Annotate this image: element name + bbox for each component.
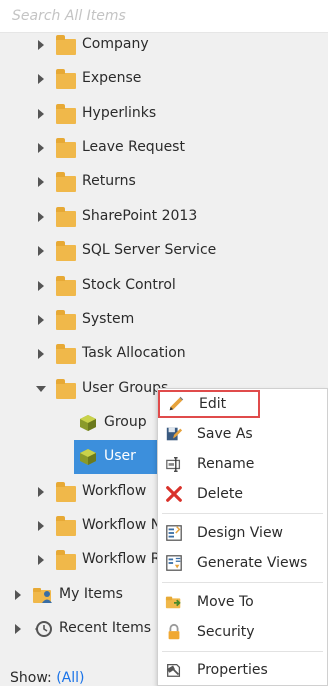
expand-arrow-icon[interactable] [38,315,44,325]
menu-separator [162,513,323,514]
tree-folder-label: Workflow [82,483,147,499]
tree-folder-system[interactable]: System [0,303,328,337]
folder-icon [56,172,76,192]
folder-icon [56,35,76,55]
folder-icon [56,241,76,261]
menu-item-label: Design View [197,525,284,541]
folder-icon [56,550,76,570]
folder-icon [56,207,76,227]
folder-icon [56,310,76,330]
menu-item-label: Security [197,624,255,640]
tree-folder-label: System [82,311,135,327]
tree-folder-label: Workflow R [82,551,161,567]
tree-item-label: My Items [59,586,123,602]
menu-item-security[interactable]: Security [158,618,327,646]
menu-item-label: Move To [197,594,254,610]
tree-folder-leave-request[interactable]: Leave Request [0,131,328,165]
rename-icon [164,454,184,474]
tree-folder-label: SQL Server Service [82,242,217,258]
expand-arrow-icon[interactable] [38,555,44,565]
tree-folder-label: SharePoint 2013 [82,208,198,224]
tree-folder-expense[interactable]: Expense [0,62,328,96]
context-menu: Edit Save As Rename Delete Design View G… [157,388,328,686]
menu-item-properties[interactable]: Properties [158,656,327,684]
folder-icon [56,379,76,399]
tree-folder-label: Leave Request [82,139,185,155]
tree-folder-label: Company [82,36,149,52]
my-items-folder-user-icon [32,586,54,604]
menu-item-label: Save As [197,426,253,442]
tree-folder-sql-server-service[interactable]: SQL Server Service [0,234,328,268]
tree-folder-returns[interactable]: Returns [0,165,328,199]
expand-arrow-icon[interactable] [38,109,44,119]
show-filter: Show: (All) [10,670,84,686]
folder-icon [56,344,76,364]
expand-arrow-icon[interactable] [38,177,44,187]
folder-icon [56,276,76,296]
menu-item-label: Generate Views [197,555,308,571]
menu-item-rename[interactable]: Rename [158,450,327,478]
expand-arrow-icon[interactable] [38,212,44,222]
expand-arrow-icon[interactable] [38,40,44,50]
menu-item-label: Rename [197,456,255,472]
tree-item-label: Group [104,414,147,430]
tree-folder-hyperlinks[interactable]: Hyperlinks [0,97,328,131]
pencil-icon [166,394,186,414]
tree-item-label: Recent Items [59,620,151,636]
folder-icon [56,69,76,89]
move-to-folder-icon [164,592,184,612]
tree-folder-stock-control[interactable]: Stock Control [0,269,328,303]
tree-folder-label: Stock Control [82,277,176,293]
tree-folder-label: Hyperlinks [82,105,157,121]
folder-icon [56,104,76,124]
expand-arrow-icon[interactable] [38,521,44,531]
smartobject-cube-icon [79,414,97,432]
menu-separator [162,582,323,583]
tree-folder-label: User Groups [82,380,169,396]
folder-icon [56,138,76,158]
tree-item-label: User [104,448,136,464]
menu-item-save-as[interactable]: Save As [158,420,327,448]
expand-arrow-icon[interactable] [38,74,44,84]
expand-arrow-icon[interactable] [38,246,44,256]
smartobject-cube-icon [79,448,97,466]
save-as-icon [164,424,184,444]
menu-item-design-view[interactable]: Design View [158,519,327,547]
tree-folder-sharepoint-2013[interactable]: SharePoint 2013 [0,200,328,234]
collapse-arrow-icon[interactable] [36,386,46,392]
folder-icon [56,482,76,502]
tree-folder-label: Workflow N [82,517,162,533]
expand-arrow-icon[interactable] [15,590,21,600]
show-label: Show: [10,670,52,686]
lock-icon [164,622,184,642]
menu-item-label: Delete [197,486,243,502]
tree-folder-label: Task Allocation [82,345,186,361]
tree-folder-task-allocation[interactable]: Task Allocation [0,337,328,371]
tree-folder-label: Returns [82,173,136,189]
expand-arrow-icon[interactable] [38,143,44,153]
menu-separator [162,651,323,652]
menu-item-generate-views[interactable]: Generate Views [158,549,327,577]
menu-item-move-to[interactable]: Move To [158,588,327,616]
generate-views-icon [164,553,184,573]
folder-icon [56,516,76,536]
menu-item-label: Edit [199,396,227,412]
design-view-icon [164,523,184,543]
tree-folder-company[interactable]: Company [0,28,328,62]
properties-icon [164,660,184,680]
expand-arrow-icon[interactable] [15,624,21,634]
menu-item-label: Properties [197,662,268,678]
show-filter-link[interactable]: (All) [56,670,84,686]
menu-item-delete[interactable]: Delete [158,480,327,508]
expand-arrow-icon[interactable] [38,487,44,497]
delete-x-icon [164,484,184,504]
menu-item-edit[interactable]: Edit [158,390,260,418]
recent-items-clock-icon [33,620,53,638]
expand-arrow-icon[interactable] [38,349,44,359]
tree-folder-label: Expense [82,70,142,86]
expand-arrow-icon[interactable] [38,281,44,291]
tree-item-user-selected[interactable]: User [74,440,158,474]
